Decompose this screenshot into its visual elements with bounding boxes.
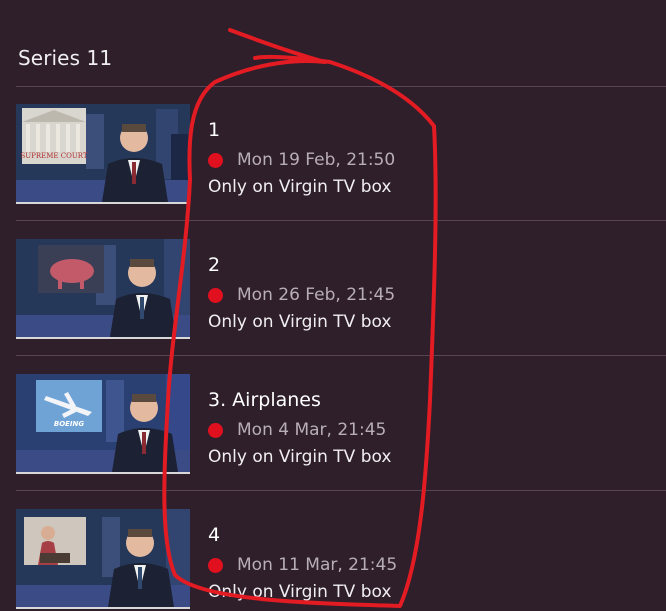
episode-time-3: Mon 4 Mar, 21:45 xyxy=(237,420,387,440)
episode-time-2: Mon 26 Feb, 21:45 xyxy=(237,285,396,305)
episode-time-row-3: Mon 4 Mar, 21:45 xyxy=(208,419,386,441)
episode-row-3[interactable]: BOEING 3. Airplanes Mon 4 Mar, 21:45 Onl… xyxy=(16,374,666,474)
record-dot-icon xyxy=(208,422,223,438)
thumb-caption-3: BOEING xyxy=(54,420,85,428)
episode-time-row-1: Mon 19 Feb, 21:50 xyxy=(208,149,395,171)
series-title: Series 11 xyxy=(18,46,113,70)
episode-note-1: Only on Virgin TV box xyxy=(208,177,392,197)
episode-title-3: 3. Airplanes xyxy=(208,389,321,411)
episode-time-4: Mon 11 Mar, 21:45 xyxy=(237,555,398,575)
episode-time-row-4: Mon 11 Mar, 21:45 xyxy=(208,554,397,576)
episode-thumbnail-1[interactable]: SUPREME COURT xyxy=(16,104,190,204)
divider xyxy=(16,86,666,87)
record-dot-icon xyxy=(208,557,223,573)
divider xyxy=(16,355,666,356)
episode-thumbnail-4[interactable] xyxy=(16,509,190,609)
thumb-caption-1: SUPREME COURT xyxy=(20,152,87,160)
episode-row-1[interactable]: SUPREME COURT 1 Mon 19 Feb, 21:50 Only o… xyxy=(16,104,666,204)
episode-thumbnail-3[interactable]: BOEING xyxy=(16,374,190,474)
divider xyxy=(16,220,666,221)
episode-time-row-2: Mon 26 Feb, 21:45 xyxy=(208,284,395,306)
episode-thumbnail-2[interactable] xyxy=(16,239,190,339)
episode-note-2: Only on Virgin TV box xyxy=(208,312,392,332)
episode-title-2: 2 xyxy=(208,254,221,276)
episode-row-4[interactable]: 4 Mon 11 Mar, 21:45 Only on Virgin TV bo… xyxy=(16,509,666,609)
episode-title-4: 4 xyxy=(208,524,221,546)
record-dot-icon xyxy=(208,152,223,168)
episode-note-3: Only on Virgin TV box xyxy=(208,447,392,467)
episode-title-1: 1 xyxy=(208,119,221,141)
episode-time-1: Mon 19 Feb, 21:50 xyxy=(237,150,396,170)
divider xyxy=(16,490,666,491)
record-dot-icon xyxy=(208,287,223,303)
episode-note-4: Only on Virgin TV box xyxy=(208,582,392,602)
episode-row-2[interactable]: 2 Mon 26 Feb, 21:45 Only on Virgin TV bo… xyxy=(16,239,666,339)
